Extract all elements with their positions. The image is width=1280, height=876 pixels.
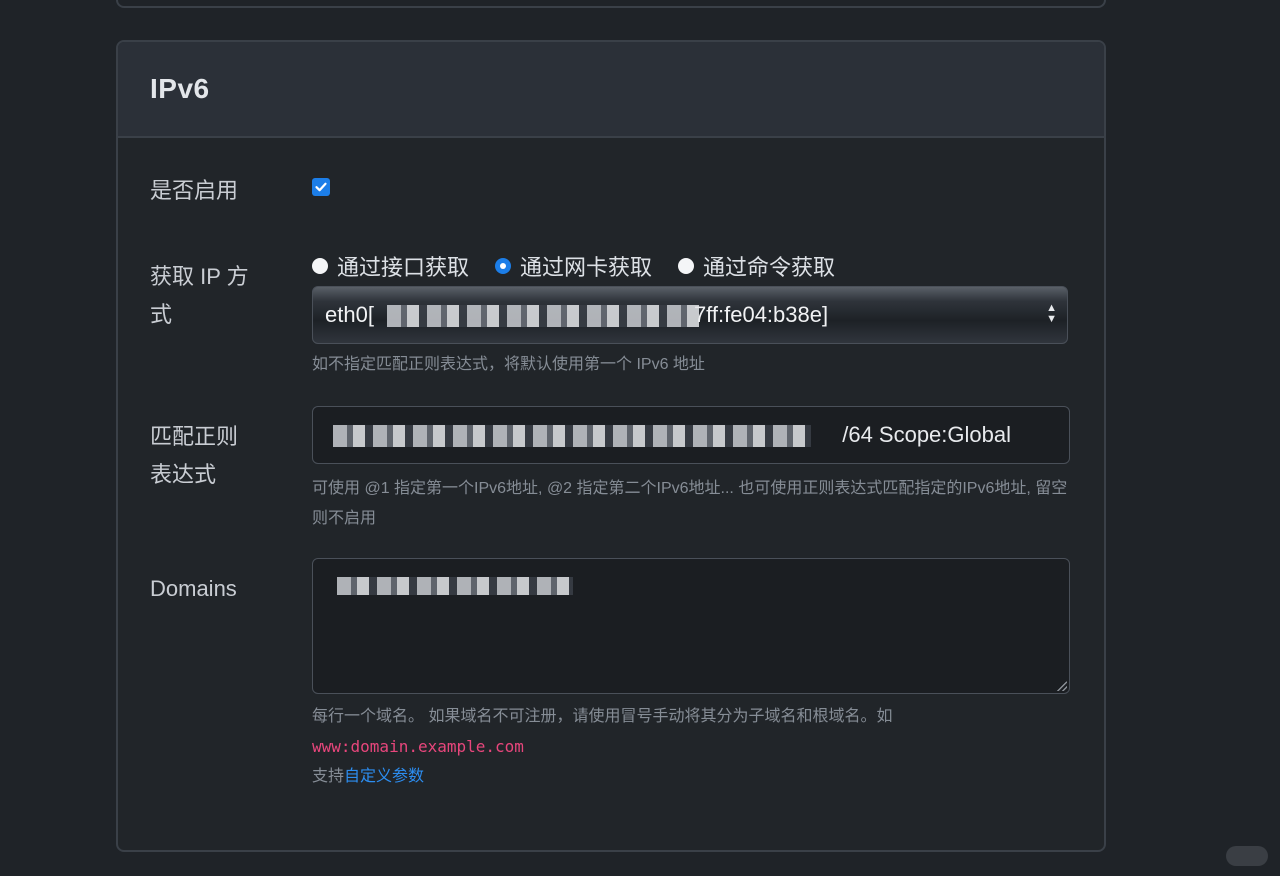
page: IPv6 是否启用 获取 IP 方式 通过接口获取 通过网卡获取 通过命令获取 <box>0 0 1280 876</box>
redacted-address <box>387 305 699 327</box>
radio-interface[interactable] <box>312 258 328 274</box>
regex-label-line2: 表达式 <box>150 462 217 487</box>
enable-checkbox[interactable] <box>312 178 330 196</box>
radio-nic[interactable] <box>495 258 512 274</box>
regex-label-line1: 匹配正则 <box>150 424 239 449</box>
select-value-start: eth0[ <box>325 302 374 327</box>
ipv6-card: IPv6 是否启用 获取 IP 方式 通过接口获取 通过网卡获取 通过命令获取 <box>116 40 1106 852</box>
domains-help: 每行一个域名。 如果域名不可注册，请使用冒号手动将其分为子域名和根域名。如 ww… <box>312 702 1072 792</box>
check-icon <box>315 182 327 192</box>
domains-help-line1: 每行一个域名。 如果域名不可注册，请使用冒号手动将其分为子域名和根域名。如 <box>312 708 893 725</box>
redacted-domain <box>337 577 573 595</box>
redacted-regex <box>333 425 811 447</box>
domains-help-example: www:domain.example.com <box>312 737 524 756</box>
radio-label-nic: 通过网卡获取 <box>520 255 653 280</box>
radio-label-command: 通过命令获取 <box>703 255 836 280</box>
ip-method-label: 获取 IP 方式 <box>150 264 249 327</box>
custom-params-link[interactable]: 自定义参数 <box>344 768 424 785</box>
regex-help: 可使用 @1 指定第一个IPv6地址, @2 指定第二个IPv6地址... 也可… <box>312 480 1068 527</box>
radio-option-nic[interactable]: 通过网卡获取 <box>495 250 652 282</box>
previous-card-bottom <box>116 0 1106 8</box>
domains-help-support: 支持自定义参数 <box>312 762 1072 792</box>
select-value-end: 7ff:fe04:b38e] <box>693 302 829 327</box>
radio-option-interface[interactable]: 通过接口获取 <box>312 250 469 282</box>
watermark-logo <box>1226 846 1268 866</box>
nic-select[interactable]: eth0[ 7ff:fe04:b38e] ▲ ▼ <box>312 286 1068 344</box>
resize-handle-icon[interactable] <box>1057 681 1067 691</box>
regex-input[interactable]: /64 Scope:Global <box>312 406 1070 464</box>
card-header: IPv6 <box>118 42 1104 138</box>
regex-value-end: /64 Scope:Global <box>842 422 1011 447</box>
domains-textarea[interactable] <box>312 558 1070 694</box>
ip-method-help: 如不指定匹配正则表达式，将默认使用第一个 IPv6 地址 <box>312 356 705 373</box>
ip-method-radio-group: 通过接口获取 通过网卡获取 通过命令获取 <box>312 250 861 282</box>
card-title: IPv6 <box>150 73 210 104</box>
support-prefix: 支持 <box>312 768 345 785</box>
select-arrows-icon: ▲ ▼ <box>1046 302 1057 325</box>
radio-option-command[interactable]: 通过命令获取 <box>678 250 835 282</box>
domains-label: Domains <box>150 576 237 601</box>
enable-label: 是否启用 <box>150 178 239 203</box>
radio-label-interface: 通过接口获取 <box>337 255 470 280</box>
radio-command[interactable] <box>678 258 695 274</box>
